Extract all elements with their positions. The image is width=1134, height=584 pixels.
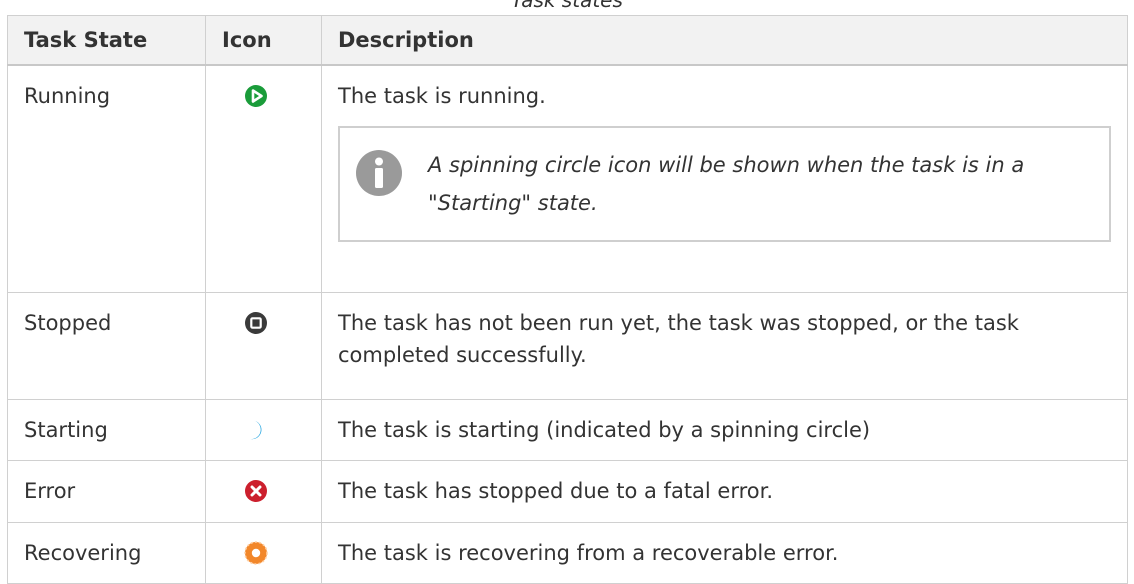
table-caption: Task states: [511, 0, 623, 12]
table-row: Running The task is running. A spinning …: [7, 64, 1128, 293]
task-states-table: Task State Icon Description Running The …: [7, 15, 1128, 584]
note-text: A spinning circle icon will be shown whe…: [428, 153, 1025, 215]
header-task-state: Task State: [7, 15, 206, 66]
running-play-icon: [245, 85, 267, 107]
table-row: Error The task has stopped due to a fata…: [7, 459, 1128, 523]
icon-cell: [205, 291, 322, 400]
state-description: The task has stopped due to a fatal erro…: [321, 459, 1128, 523]
icon-cell: [205, 64, 322, 293]
info-note: A spinning circle icon will be shown whe…: [338, 126, 1111, 242]
table-row: Starting The task is starting (indicated…: [7, 398, 1128, 461]
state-description: The task is starting (indicated by a spi…: [321, 398, 1128, 461]
header-description: Description: [321, 15, 1128, 66]
state-description: The task has not been run yet, the task …: [321, 291, 1128, 400]
table-row: Recovering The task is recovering from a…: [7, 521, 1128, 584]
starting-spinner-icon: [250, 420, 262, 439]
info-icon: [356, 150, 402, 196]
state-name: Error: [7, 459, 206, 523]
header-icon: Icon: [205, 15, 322, 66]
recovering-gear-icon: [244, 540, 268, 565]
table-header-row: Task State Icon Description: [7, 15, 1128, 66]
icon-cell: [205, 398, 322, 461]
state-name: Recovering: [7, 521, 206, 584]
error-x-icon: [245, 479, 267, 502]
icon-cell: [205, 459, 322, 523]
stopped-square-icon: [245, 311, 267, 334]
state-name: Running: [7, 64, 206, 293]
state-description: The task is running.: [338, 84, 546, 108]
table-row: Stopped The task has not been run yet, t…: [7, 291, 1128, 400]
state-name: Stopped: [7, 291, 206, 400]
description-cell: The task is running. A spinning circle i…: [321, 64, 1128, 293]
state-description: The task is recovering from a recoverabl…: [321, 521, 1128, 584]
icon-cell: [205, 521, 322, 584]
state-name: Starting: [7, 398, 206, 461]
